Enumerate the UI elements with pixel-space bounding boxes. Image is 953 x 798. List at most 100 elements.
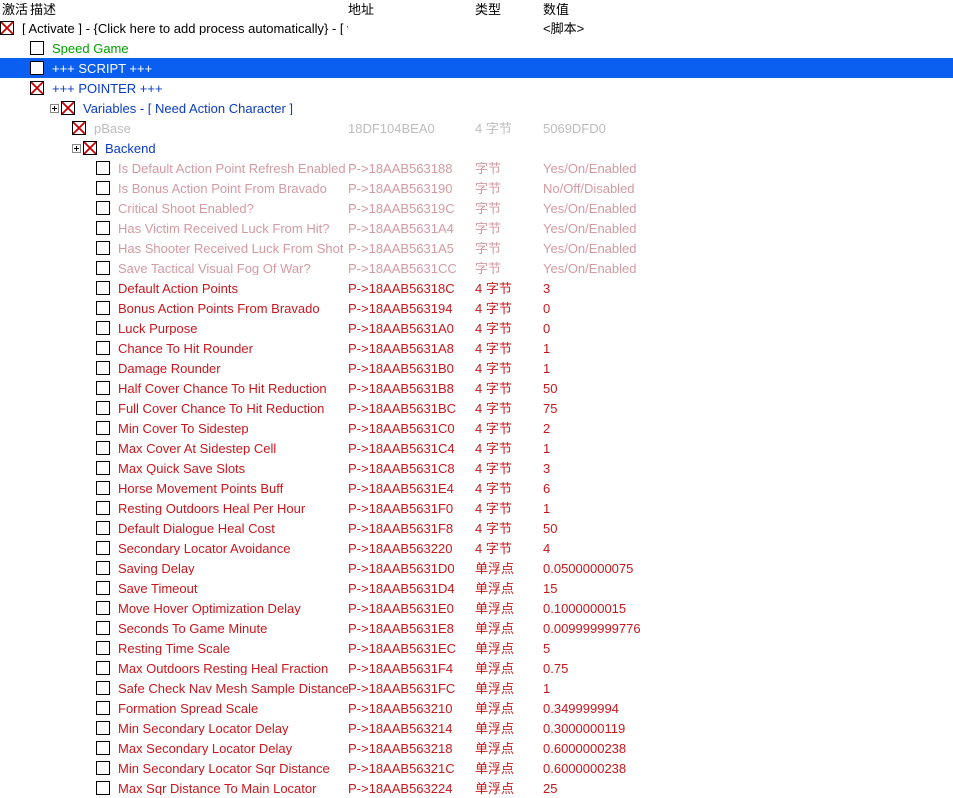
table-row[interactable]: Saving DelayP->18AAB5631D0单浮点0.050000000… xyxy=(0,558,953,578)
entry-value[interactable]: 25 xyxy=(543,782,953,795)
entry-value[interactable]: 0.349999994 xyxy=(543,702,953,715)
entry-description[interactable]: Speed Game xyxy=(52,42,348,55)
table-row[interactable]: Move Hover Optimization DelayP->18AAB563… xyxy=(0,598,953,618)
entry-type[interactable]: 4 字节 xyxy=(475,542,543,555)
entry-value[interactable]: Yes/On/Enabled xyxy=(543,162,953,175)
entry-value[interactable]: 0.009999999776 xyxy=(543,622,953,635)
entry-description[interactable]: Resting Time Scale xyxy=(118,642,348,655)
active-checkbox[interactable] xyxy=(96,621,110,635)
table-row[interactable]: Formation Spread ScaleP->18AAB563210单浮点0… xyxy=(0,698,953,718)
entry-type[interactable]: 4 字节 xyxy=(475,462,543,475)
table-row[interactable]: Chance To Hit RounderP->18AAB5631A84 字节1 xyxy=(0,338,953,358)
active-checkbox[interactable] xyxy=(96,361,110,375)
entry-type[interactable]: 单浮点 xyxy=(475,602,543,615)
active-checkbox[interactable] xyxy=(96,401,110,415)
entry-address[interactable]: P->18AAB5631B8 xyxy=(348,382,475,395)
entry-value[interactable]: 50 xyxy=(543,522,953,535)
entry-address[interactable]: P->18AAB5631F4 xyxy=(348,662,475,675)
active-checkbox[interactable] xyxy=(96,201,110,215)
table-row[interactable]: Backend xyxy=(0,138,953,158)
active-checkbox[interactable] xyxy=(30,61,44,75)
active-checkbox[interactable] xyxy=(96,421,110,435)
active-checkbox[interactable] xyxy=(96,561,110,575)
entry-description[interactable]: Critical Shoot Enabled? xyxy=(118,202,348,215)
table-row[interactable]: pBase18DF104BEA04 字节5069DFD0 xyxy=(0,118,953,138)
entry-type[interactable]: 4 字节 xyxy=(475,382,543,395)
entry-address[interactable]: P->18AAB5631E4 xyxy=(348,482,475,495)
entry-value[interactable]: Yes/On/Enabled xyxy=(543,222,953,235)
entry-value[interactable]: No/Off/Disabled xyxy=(543,182,953,195)
active-checkbox[interactable] xyxy=(96,601,110,615)
entry-description[interactable]: Min Secondary Locator Delay xyxy=(118,722,348,735)
entry-description[interactable]: Is Default Action Point Refresh Enabled xyxy=(118,162,348,175)
active-checkbox[interactable] xyxy=(30,81,44,95)
entry-type[interactable]: 4 字节 xyxy=(475,362,543,375)
entry-address[interactable]: P->18AAB563220 xyxy=(348,542,475,555)
entry-address[interactable]: P->18AAB563218 xyxy=(348,742,475,755)
entry-description[interactable]: Default Action Points xyxy=(118,282,348,295)
tree-expander-icon[interactable] xyxy=(50,104,59,113)
entry-description[interactable]: Max Quick Save Slots xyxy=(118,462,348,475)
entry-value[interactable]: 0.3000000119 xyxy=(543,722,953,735)
entry-address[interactable]: P->18AAB563194 xyxy=(348,302,475,315)
entry-description[interactable]: Save Tactical Visual Fog Of War? xyxy=(118,262,348,275)
table-row[interactable]: Luck PurposeP->18AAB5631A04 字节0 xyxy=(0,318,953,338)
entry-description[interactable]: Variables - [ Need Action Character ] xyxy=(83,102,348,115)
entry-address[interactable]: P->18AAB5631D4 xyxy=(348,582,475,595)
entry-value[interactable]: 1 xyxy=(543,442,953,455)
entry-description[interactable]: Horse Movement Points Buff xyxy=(118,482,348,495)
entry-value[interactable]: 1 xyxy=(543,362,953,375)
entry-address[interactable]: P->18AAB563188 xyxy=(348,162,475,175)
header-type[interactable]: 类型 xyxy=(475,3,543,16)
entry-address[interactable]: P->18AAB56318C xyxy=(348,282,475,295)
table-row[interactable]: Bonus Action Points From BravadoP->18AAB… xyxy=(0,298,953,318)
entry-value[interactable]: 0 xyxy=(543,322,953,335)
entry-type[interactable]: 字节 xyxy=(475,242,543,255)
entry-description[interactable]: Max Outdoors Resting Heal Fraction xyxy=(118,662,348,675)
entry-value[interactable]: 5 xyxy=(543,642,953,655)
entry-address[interactable]: P->18AAB563210 xyxy=(348,702,475,715)
entry-address[interactable]: P->18AAB56321C xyxy=(348,762,475,775)
entry-type[interactable]: 4 字节 xyxy=(475,302,543,315)
active-checkbox[interactable] xyxy=(96,181,110,195)
table-row[interactable]: Max Outdoors Resting Heal FractionP->18A… xyxy=(0,658,953,678)
entry-value[interactable]: 15 xyxy=(543,582,953,595)
header-description[interactable]: 描述 xyxy=(30,3,348,16)
entry-type[interactable]: 单浮点 xyxy=(475,662,543,675)
table-row[interactable]: Min Cover To SidestepP->18AAB5631C04 字节2 xyxy=(0,418,953,438)
table-row[interactable]: Max Secondary Locator DelayP->18AAB56321… xyxy=(0,738,953,758)
table-row[interactable]: Secondary Locator AvoidanceP->18AAB56322… xyxy=(0,538,953,558)
table-row[interactable]: Horse Movement Points BuffP->18AAB5631E4… xyxy=(0,478,953,498)
entry-address[interactable]: P->18AAB5631A0 xyxy=(348,322,475,335)
table-row[interactable]: Save Tactical Visual Fog Of War?P->18AAB… xyxy=(0,258,953,278)
active-checkbox[interactable] xyxy=(96,241,110,255)
entry-description[interactable]: [ Activate ] - {Click here to add proces… xyxy=(22,22,348,35)
entry-address[interactable]: P->18AAB5631D0 xyxy=(348,562,475,575)
entry-description[interactable]: Is Bonus Action Point From Bravado xyxy=(118,182,348,195)
entry-type[interactable]: 4 字节 xyxy=(475,402,543,415)
header-active[interactable]: 激活 xyxy=(0,3,30,16)
entry-address[interactable]: P->18AAB5631C4 xyxy=(348,442,475,455)
entry-description[interactable]: Min Cover To Sidestep xyxy=(118,422,348,435)
entry-type[interactable]: 4 字节 xyxy=(475,422,543,435)
table-row[interactable]: Default Dialogue Heal CostP->18AAB5631F8… xyxy=(0,518,953,538)
entry-description[interactable]: Default Dialogue Heal Cost xyxy=(118,522,348,535)
entry-value[interactable]: Yes/On/Enabled xyxy=(543,242,953,255)
entry-value[interactable]: 75 xyxy=(543,402,953,415)
active-checkbox[interactable] xyxy=(96,541,110,555)
active-checkbox[interactable] xyxy=(61,101,75,115)
entry-type[interactable]: 4 字节 xyxy=(475,502,543,515)
entry-description[interactable]: Safe Check Nav Mesh Sample Distance xyxy=(118,682,348,695)
table-row[interactable]: Default Action PointsP->18AAB56318C4 字节3 xyxy=(0,278,953,298)
entry-description[interactable]: Backend xyxy=(105,142,348,155)
entry-value[interactable]: 0.1000000015 xyxy=(543,602,953,615)
active-checkbox[interactable] xyxy=(96,461,110,475)
entry-description[interactable]: Max Sqr Distance To Main Locator xyxy=(118,782,348,795)
active-checkbox[interactable] xyxy=(96,581,110,595)
entry-address[interactable]: P->18AAB563190 xyxy=(348,182,475,195)
header-value[interactable]: 数值 xyxy=(543,3,953,16)
entry-value[interactable]: 0.6000000238 xyxy=(543,762,953,775)
entry-type[interactable]: 单浮点 xyxy=(475,742,543,755)
entry-address[interactable]: P->18AAB5631C8 xyxy=(348,462,475,475)
active-checkbox[interactable] xyxy=(96,701,110,715)
